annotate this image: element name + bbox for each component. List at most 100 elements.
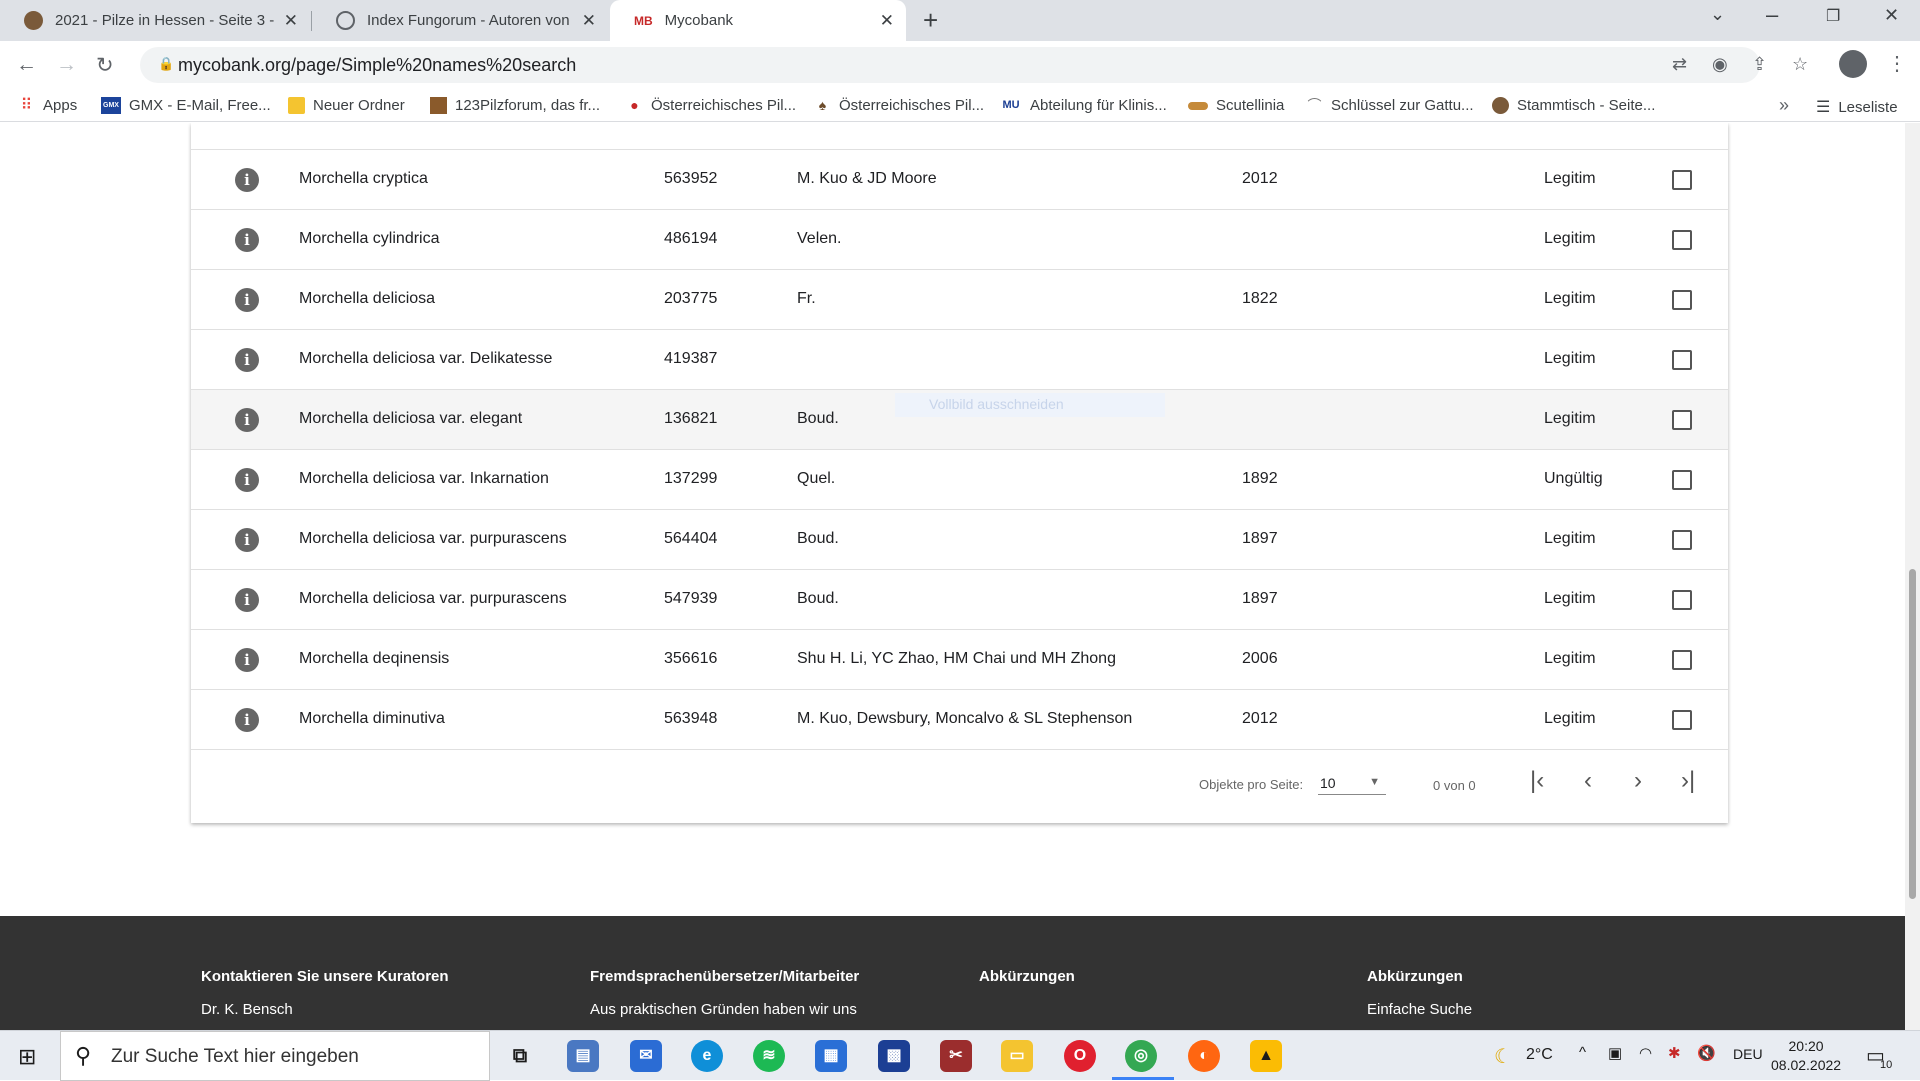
firefox-icon[interactable]: ◐: [1188, 1040, 1220, 1072]
taxon-name-cell[interactable]: Morchella cylindrica: [299, 230, 440, 248]
select-checkbox[interactable]: [1672, 230, 1692, 250]
bookmark-123pilzforum[interactable]: 123Pilzforum, das fr...: [430, 97, 600, 114]
select-checkbox[interactable]: [1672, 710, 1692, 730]
bookmark-stammtisch[interactable]: Stammtisch - Seite...: [1492, 97, 1655, 114]
table-row[interactable]: i Morchella deqinensis 356616 Shu H. Li, YC…: [191, 630, 1728, 690]
more-bookmarks-chevron-icon[interactable]: »: [1779, 95, 1789, 116]
profile-avatar-icon[interactable]: [1839, 50, 1867, 78]
back-arrow-icon[interactable]: ←: [16, 53, 37, 77]
taxon-name-cell[interactable]: Morchella deliciosa var. purpurascens: [299, 530, 567, 548]
google-drive-icon[interactable]: ▲: [1250, 1040, 1282, 1072]
select-checkbox[interactable]: [1672, 590, 1692, 610]
weather-moon-icon[interactable]: ☾: [1494, 1044, 1512, 1069]
tab-mycobank[interactable]: MB Mycobank ✕: [610, 0, 906, 41]
forward-arrow-icon[interactable]: →: [56, 53, 77, 77]
wifi-icon[interactable]: ◠: [1639, 1044, 1652, 1062]
close-icon[interactable]: ✕: [582, 11, 596, 31]
volume-muted-icon[interactable]: 🔇: [1697, 1044, 1716, 1062]
select-checkbox[interactable]: [1672, 530, 1692, 550]
table-row[interactable]: i Morchella deliciosa 203775 Fr. 1822 Legitim: [191, 270, 1728, 330]
table-row[interactable]: i Morchella cylindrica 486194 Velen. Legitim: [191, 210, 1728, 270]
info-icon[interactable]: i: [235, 708, 259, 732]
calculator-icon[interactable]: ▩: [878, 1040, 910, 1072]
table-row[interactable]: i Morchella cryptica 563952 M. Kuo & JD Moo…: [191, 150, 1728, 210]
reading-list-button[interactable]: ☰ Leseliste: [1816, 97, 1898, 117]
taxon-name-cell[interactable]: Morchella deliciosa var. Inkarnation: [299, 470, 549, 488]
info-icon[interactable]: i: [235, 168, 259, 192]
taxon-name-cell[interactable]: Morchella deqinensis: [299, 650, 449, 668]
tab-search-chevron-icon[interactable]: ⌄: [1710, 4, 1725, 25]
bookmark-gmx[interactable]: GMX GMX - E-Mail, Free...: [101, 97, 271, 114]
news-app-icon[interactable]: ▤: [567, 1040, 599, 1072]
minimize-icon[interactable]: –: [1766, 2, 1778, 28]
bookmark-star-icon[interactable]: ☆: [1792, 54, 1808, 75]
tracking-eye-icon[interactable]: ◉: [1712, 54, 1728, 75]
update-badge-icon[interactable]: ✱: [1668, 1044, 1681, 1062]
share-icon[interactable]: ⇪: [1752, 54, 1767, 75]
previous-page-icon[interactable]: ‹: [1584, 767, 1592, 795]
windows-start-icon[interactable]: ⊞: [18, 1044, 36, 1070]
tray-chevron-icon[interactable]: ^: [1579, 1044, 1586, 1061]
language-indicator[interactable]: DEU: [1733, 1046, 1763, 1062]
taxon-name-cell[interactable]: Morchella deliciosa var. Delikatesse: [299, 350, 552, 368]
scrollbar-thumb[interactable]: [1909, 569, 1916, 899]
select-checkbox[interactable]: [1672, 170, 1692, 190]
restore-icon[interactable]: ❐: [1826, 6, 1840, 26]
taskbar-search-box[interactable]: ⚲ Zur Suche Text hier eingeben: [60, 1031, 490, 1081]
bookmark-scutellinia[interactable]: Scutellinia: [1188, 97, 1284, 114]
taskbar-clock[interactable]: 20:20 08.02.2022: [1771, 1037, 1841, 1075]
edge-icon[interactable]: e: [691, 1040, 723, 1072]
url-text[interactable]: mycobank.org/page/Simple%20names%20searc…: [178, 55, 576, 76]
kebab-menu-icon[interactable]: ⋮: [1887, 51, 1907, 76]
taxon-name-cell[interactable]: Morchella diminutiva: [299, 710, 445, 728]
taxon-name-cell[interactable]: Morchella deliciosa var. elegant: [299, 410, 522, 428]
footer-link-bensch[interactable]: Dr. K. Bensch: [201, 1001, 293, 1018]
address-bar[interactable]: 🔒 mycobank.org/page/Simple%20names%20sea…: [140, 47, 1808, 83]
select-checkbox[interactable]: [1672, 410, 1692, 430]
bookmark-apps[interactable]: ⠿ Apps: [18, 97, 78, 114]
taxon-name-cell[interactable]: Morchella deliciosa: [299, 290, 435, 308]
bookmark-oesterreichisches-pil-2[interactable]: ♠ Österreichisches Pil...: [814, 97, 984, 114]
bookmark-abteilung-klinis[interactable]: MU Abteilung für Klinis...: [1000, 97, 1166, 114]
mail-icon[interactable]: ✉: [630, 1040, 662, 1072]
next-page-icon[interactable]: ›: [1634, 767, 1642, 795]
items-per-page-select[interactable]: 10 ▼: [1318, 773, 1386, 795]
info-icon[interactable]: i: [235, 348, 259, 372]
table-row[interactable]: i Morchella deliciosa var. Inkarnation 137…: [191, 450, 1728, 510]
select-checkbox[interactable]: [1672, 470, 1692, 490]
last-page-icon[interactable]: ›|: [1681, 767, 1695, 795]
first-page-icon[interactable]: |‹: [1530, 767, 1544, 795]
select-checkbox[interactable]: [1672, 650, 1692, 670]
window-close-icon[interactable]: ✕: [1884, 5, 1899, 26]
lock-icon[interactable]: 🔒: [158, 56, 174, 72]
spotify-icon[interactable]: ≋: [753, 1040, 785, 1072]
table-row[interactable]: i Morchella deliciosa var. Delikatesse 419…: [191, 330, 1728, 390]
bookmark-oesterreichisches-pil-1[interactable]: ● Österreichisches Pil...: [626, 97, 796, 114]
info-icon[interactable]: i: [235, 588, 259, 612]
info-icon[interactable]: i: [235, 528, 259, 552]
reload-icon[interactable]: ↻: [96, 53, 114, 78]
select-checkbox[interactable]: [1672, 350, 1692, 370]
new-tab-plus-icon[interactable]: +: [923, 5, 938, 36]
bookmark-neuer-ordner[interactable]: Neuer Ordner: [288, 97, 405, 114]
chrome-icon[interactable]: ◎: [1125, 1040, 1157, 1072]
page-scrollbar[interactable]: [1905, 123, 1920, 1030]
info-icon[interactable]: i: [235, 228, 259, 252]
task-view-icon[interactable]: ⧉: [504, 1040, 536, 1072]
close-icon[interactable]: ✕: [284, 11, 298, 31]
close-icon[interactable]: ✕: [880, 11, 894, 31]
table-row[interactable]: i Morchella deliciosa var. purpurascens 56…: [191, 510, 1728, 570]
table-row[interactable]: i Morchella diminutiva 563948 M. Kuo, Dewsb…: [191, 690, 1728, 750]
bookmark-schluessel-gattu[interactable]: ⌒ Schlüssel zur Gattu...: [1306, 97, 1474, 114]
tab-pilze-hessen[interactable]: 2021 - Pilze in Hessen - Seite 3 - ✕: [0, 0, 310, 41]
tab-index-fungorum[interactable]: Index Fungorum - Autoren von P ✕: [312, 0, 608, 41]
taxon-name-cell[interactable]: Morchella cryptica: [299, 170, 428, 188]
snip-tool-icon[interactable]: ✂: [940, 1040, 972, 1072]
weather-temperature[interactable]: 2°C: [1526, 1046, 1553, 1064]
footer-link-einfache-suche[interactable]: Einfache Suche: [1367, 1001, 1472, 1018]
file-explorer-icon[interactable]: ▭: [1001, 1040, 1033, 1072]
table-row[interactable]: i Morchella deliciosa var. purpurascens 54…: [191, 570, 1728, 630]
meet-camera-icon[interactable]: ▣: [1608, 1044, 1622, 1062]
taxon-name-cell[interactable]: Morchella deliciosa var. purpurascens: [299, 590, 567, 608]
info-icon[interactable]: i: [235, 288, 259, 312]
